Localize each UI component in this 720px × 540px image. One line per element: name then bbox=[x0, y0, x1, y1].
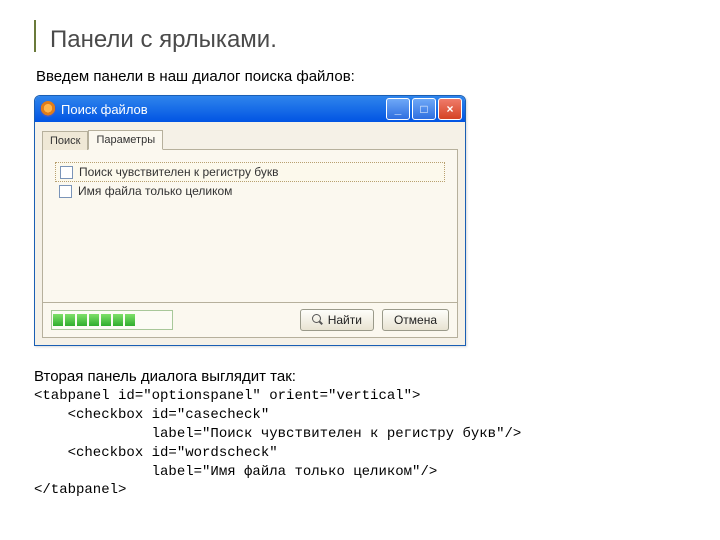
tabs: Поиск Параметры bbox=[42, 126, 458, 149]
window: Поиск файлов _ □ × Поиск Параметры Поиск… bbox=[34, 95, 466, 346]
window-controls: _ □ × bbox=[386, 98, 462, 120]
progress-bar bbox=[51, 310, 173, 330]
find-button-label: Найти bbox=[328, 313, 362, 327]
checkbox-casecheck-label: Поиск чувствителен к регистру букв bbox=[79, 165, 279, 179]
search-icon bbox=[312, 314, 324, 326]
checkbox-icon[interactable] bbox=[60, 166, 73, 179]
intro-text: Введем панели в наш диалог поиска файлов… bbox=[36, 68, 686, 85]
firefox-icon bbox=[40, 101, 56, 117]
code-intro: Вторая панель диалога выглядит так: bbox=[34, 368, 686, 385]
maximize-button[interactable]: □ bbox=[412, 98, 436, 120]
window-title: Поиск файлов bbox=[61, 102, 386, 117]
accent-rule bbox=[34, 20, 36, 52]
tab-search[interactable]: Поиск bbox=[42, 131, 88, 150]
tab-pane-parameters: Поиск чувствителен к регистру букв Имя ф… bbox=[42, 149, 458, 303]
cancel-button-label: Отмена bbox=[394, 313, 437, 327]
close-button[interactable]: × bbox=[438, 98, 462, 120]
minimize-button[interactable]: _ bbox=[386, 98, 410, 120]
tab-parameters[interactable]: Параметры bbox=[88, 130, 163, 150]
window-footer: Найти Отмена bbox=[42, 303, 458, 338]
checkbox-wordscheck-label: Имя файла только целиком bbox=[78, 184, 232, 198]
checkbox-wordscheck-row[interactable]: Имя файла только целиком bbox=[55, 182, 445, 200]
cancel-button[interactable]: Отмена bbox=[382, 309, 449, 331]
window-client: Поиск Параметры Поиск чувствителен к рег… bbox=[35, 122, 465, 345]
checkbox-casecheck-row[interactable]: Поиск чувствителен к регистру букв bbox=[55, 162, 445, 182]
checkbox-icon[interactable] bbox=[59, 185, 72, 198]
page-title: Панели с ярлыками. bbox=[50, 26, 686, 54]
find-button[interactable]: Найти bbox=[300, 309, 374, 331]
code-block: <tabpanel id="optionspanel" orient="vert… bbox=[34, 387, 686, 500]
titlebar[interactable]: Поиск файлов _ □ × bbox=[35, 96, 465, 122]
